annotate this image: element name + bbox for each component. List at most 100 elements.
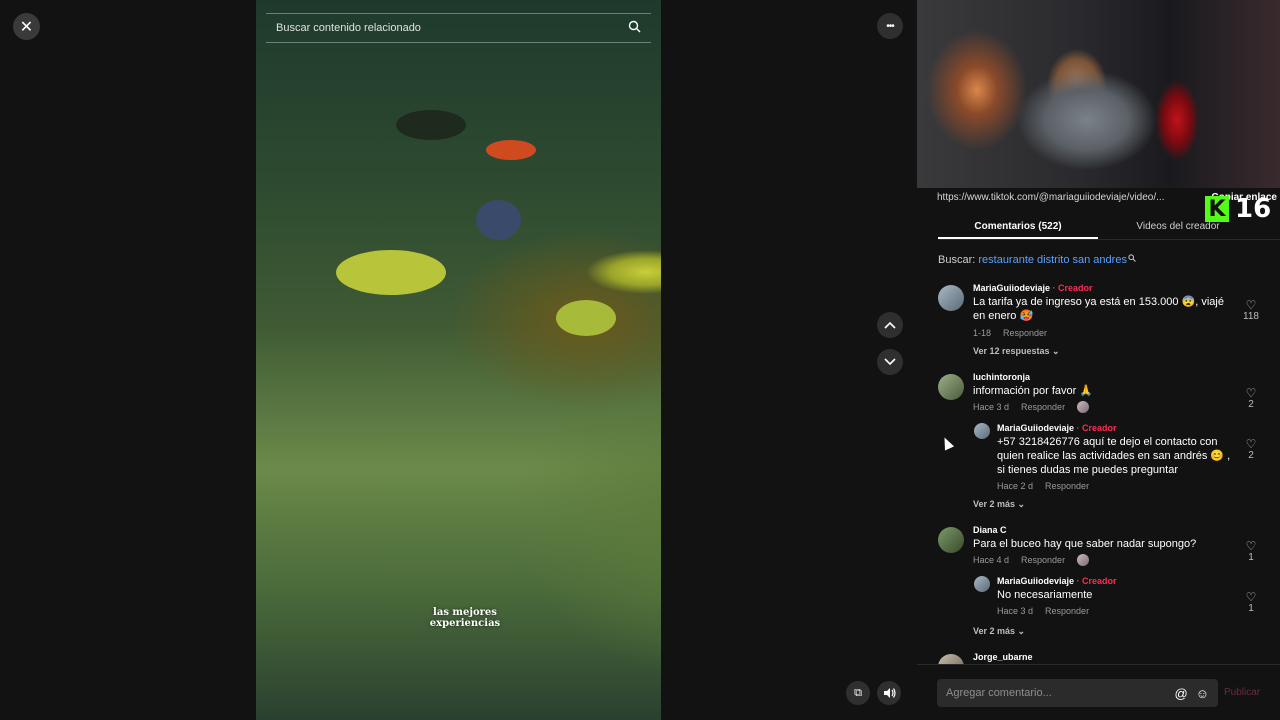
comment-body: Diana C Para el buceo hay que saber nada… (973, 525, 1228, 566)
comment-text: La tarifa ya de ingreso ya está en 153.0… (973, 296, 1224, 322)
avatar[interactable] (938, 285, 964, 311)
video-fish (396, 110, 466, 140)
volume-button[interactable] (877, 681, 901, 705)
tab-creator-videos[interactable]: Videos del creador (1098, 214, 1258, 239)
comment-username: MariaGuiiodeviaje (973, 283, 1051, 293)
reply-button[interactable]: Responder (1045, 606, 1089, 616)
like-button[interactable]: ♡ 2 (1242, 387, 1260, 410)
comment-text: +57 3218426776 aquí te dejo el contacto … (997, 436, 1231, 476)
comments-panel: https://www.tiktok.com/@mariaguiiodeviaj… (917, 0, 1280, 720)
video-fish (336, 250, 446, 295)
comment-username[interactable]: luchintoronja (973, 372, 1228, 382)
caption-line: experiencias (429, 618, 501, 629)
chevron-up-icon (884, 321, 896, 329)
comment-input-placeholder: Agregar comentario... (946, 687, 1052, 699)
panel-tabs: Comentarios (522) Videos del creador (938, 214, 1280, 240)
comment-body: luchintoronja información por favor 🙏 Ha… (973, 372, 1228, 413)
tab-comments[interactable]: Comentarios (522) (938, 214, 1098, 239)
comment-date: Hace 2 d (997, 481, 1034, 491)
emoji-icon[interactable]: ☺ (1196, 686, 1209, 701)
comment-username: MariaGuiiodeviaje (997, 576, 1075, 586)
video-fish (476, 200, 521, 240)
reply-button[interactable]: Responder (1021, 555, 1065, 565)
comment-user[interactable]: MariaGuiiodeviaje · Creador (997, 576, 1232, 586)
search-suggestion-term[interactable]: restaurante distrito san andres (978, 254, 1127, 266)
like-count: 2 (1248, 450, 1254, 461)
like-count: 1 (1248, 552, 1254, 563)
view-more-replies-button[interactable]: Ver 2 más ⌄ (973, 499, 1025, 510)
video-caption: las mejores experiencias (420, 607, 510, 629)
view-replies-button[interactable]: Ver 12 respuestas ⌄ (973, 346, 1060, 357)
comment-meta: Hace 3 d Responder (973, 401, 1228, 413)
video-link[interactable]: https://www.tiktok.com/@mariaguiiodeviaj… (937, 192, 1199, 203)
related-search-bar[interactable]: Buscar contenido relacionado (266, 13, 651, 43)
comment-date: Hace 3 d (973, 402, 1010, 412)
comment-date: Hace 4 d (973, 555, 1010, 565)
caption-line: las mejores (433, 607, 497, 618)
previous-video-button[interactable] (877, 312, 903, 338)
miniplayer-button[interactable]: ⧉ (846, 681, 870, 705)
reply-button[interactable]: Responder (1045, 481, 1089, 491)
creator-tag: · Creador (1050, 283, 1093, 293)
related-search-placeholder: Buscar contenido relacionado (276, 22, 421, 34)
comment-username: MariaGuiiodeviaje (997, 423, 1075, 433)
next-video-button[interactable] (877, 349, 903, 375)
reply-button[interactable]: Responder (1003, 328, 1047, 338)
heart-icon: ♡ (1245, 298, 1257, 312)
avatar[interactable] (938, 374, 964, 400)
comment-body: MariaGuiiodeviaje · Creador No necesaria… (997, 576, 1232, 616)
creator-liked-avatar (1077, 401, 1090, 413)
reply-button[interactable]: Responder (1021, 402, 1065, 412)
mention-icon[interactable]: @ (1175, 686, 1188, 701)
search-icon (1128, 254, 1136, 262)
comment-body: MariaGuiiodeviaje · Creador La tarifa ya… (973, 283, 1228, 338)
heart-icon: ♡ (1245, 590, 1257, 604)
like-button[interactable]: ♡ 1 (1242, 591, 1260, 614)
publish-button[interactable]: Publicar (1224, 687, 1260, 698)
view-more-replies-button[interactable]: Ver 2 más ⌄ (973, 626, 1025, 637)
comment-user[interactable]: MariaGuiiodeviaje · Creador (973, 283, 1228, 293)
close-icon: ✕ (19, 18, 34, 36)
comment-composer: Agregar comentario... @ ☺ Publicar (917, 664, 1280, 720)
comment-meta: Hace 4 d Responder (973, 554, 1228, 566)
webcam-overlay (917, 0, 1280, 188)
heart-icon: ♡ (1245, 539, 1257, 553)
avatar[interactable] (938, 527, 964, 553)
video-stage: Buscar contenido relacionado las mejores… (0, 0, 917, 720)
comment-user[interactable]: MariaGuiiodeviaje · Creador (997, 423, 1232, 433)
video-fish (486, 140, 536, 160)
more-options-button[interactable]: ••• (877, 13, 903, 39)
comment-text: No necesariamente (997, 589, 1093, 601)
comment-date: 1-18 (973, 328, 992, 338)
comment-text: información por favor 🙏 (973, 385, 1094, 397)
like-count: 1 (1248, 603, 1254, 614)
comment-body: MariaGuiiodeviaje · Creador +57 32184267… (997, 423, 1232, 491)
comment-text: Para el buceo hay que saber nadar supong… (973, 538, 1197, 550)
creator-tag: · Creador (1074, 423, 1117, 433)
comment-meta: Hace 2 d Responder (997, 481, 1232, 491)
comment-username[interactable]: Jorge_ubarne (973, 652, 1228, 662)
comment-input[interactable]: Agregar comentario... @ ☺ (937, 679, 1218, 707)
creator-liked-avatar (1077, 554, 1090, 566)
like-button[interactable]: ♡ 118 (1242, 299, 1260, 322)
comment-meta: 1-18 Responder (973, 328, 1228, 338)
search-icon[interactable] (628, 20, 641, 36)
comment-body: Jorge_ubarne (973, 652, 1228, 662)
like-button[interactable]: ♡ 1 (1242, 540, 1260, 563)
like-count: 2 (1248, 399, 1254, 410)
search-suggestion[interactable]: Buscar: restaurante distrito san andres (938, 254, 1136, 266)
creator-tag: · Creador (1074, 576, 1117, 586)
like-count: 118 (1243, 311, 1259, 322)
comment-date: Hace 3 d (997, 606, 1034, 616)
heart-icon: ♡ (1245, 437, 1257, 451)
comment-username[interactable]: Diana C (973, 525, 1228, 535)
avatar[interactable] (974, 423, 990, 439)
chevron-down-icon (884, 358, 896, 366)
close-button[interactable]: ✕ (13, 13, 40, 40)
miniplayer-icon: ⧉ (854, 686, 862, 699)
comment-meta: Hace 3 d Responder (997, 606, 1232, 616)
like-button[interactable]: ♡ 2 (1242, 438, 1260, 461)
avatar[interactable] (974, 576, 990, 592)
video-fish (556, 300, 616, 336)
search-suggestion-prefix: Buscar: (938, 254, 979, 266)
